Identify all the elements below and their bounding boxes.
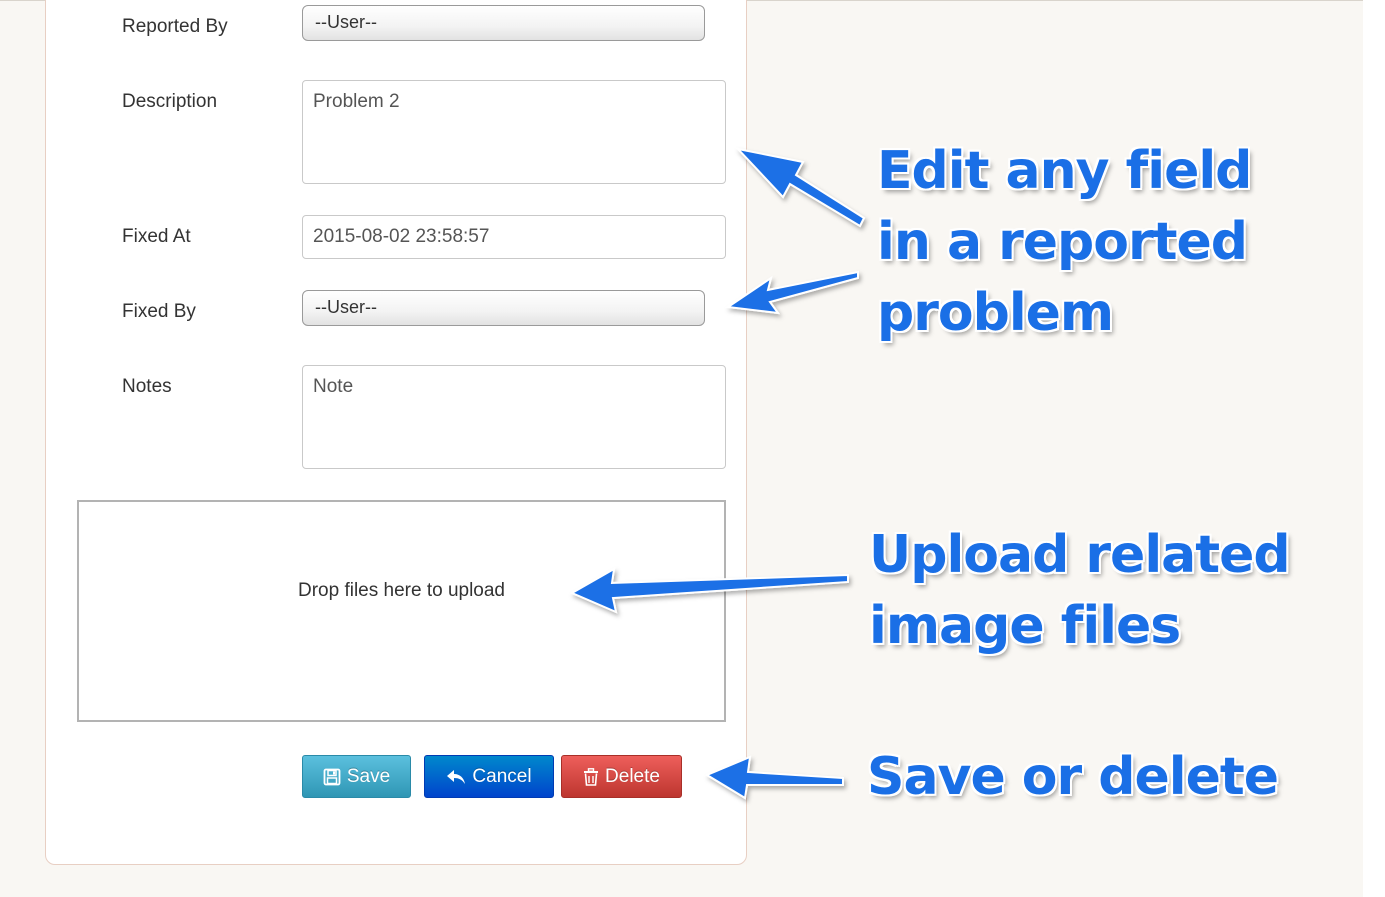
dropzone-text: Drop files here to upload <box>297 580 505 601</box>
delete-button[interactable]: Delete <box>561 755 682 798</box>
callout-edit-line-2: in a reported <box>877 212 1248 272</box>
arrow-to-description <box>735 147 866 228</box>
callout-save-line-1: Save or delete <box>867 747 1279 807</box>
notes-textarea[interactable]: Note <box>302 365 726 469</box>
callout-upload-files: Upload related image files <box>869 520 1291 662</box>
callout-upload-line-1: Upload related <box>869 525 1291 585</box>
callout-save-delete: Save or delete <box>867 742 1279 813</box>
trash-icon <box>583 767 599 786</box>
callout-edit-line-3: problem <box>877 283 1114 343</box>
delete-button-label: Delete <box>605 765 660 787</box>
reported-by-select[interactable]: --User-- <box>302 5 705 41</box>
cancel-button[interactable]: Cancel <box>424 755 554 798</box>
callout-upload-line-2: image files <box>869 596 1181 656</box>
fixed-by-value: --User-- <box>315 297 377 317</box>
arrow-to-fixed-by <box>725 270 859 315</box>
cancel-button-label: Cancel <box>472 765 532 787</box>
reported-by-label: Reported By <box>122 16 228 37</box>
notes-label: Notes <box>122 376 172 397</box>
description-textarea[interactable]: Problem 2 <box>302 80 726 184</box>
fixed-at-label: Fixed At <box>122 226 191 247</box>
save-button[interactable]: Save <box>302 755 411 798</box>
reported-by-value: --User-- <box>315 12 377 32</box>
callout-edit-line-1: Edit any field <box>877 141 1252 201</box>
floppy-disk-icon <box>323 768 341 786</box>
description-label: Description <box>122 91 218 112</box>
fixed-by-label: Fixed By <box>122 301 196 322</box>
fixed-by-select[interactable]: --User-- <box>302 290 705 326</box>
save-button-label: Save <box>346 765 391 787</box>
callout-edit-fields: Edit any field in a reported problem <box>877 136 1252 349</box>
fixed-at-input[interactable]: 2015-08-02 23:58:57 <box>302 215 726 259</box>
page-edge <box>1363 0 1385 897</box>
file-dropzone[interactable]: Drop files here to upload <box>77 500 726 722</box>
reply-arrow-icon <box>446 768 466 786</box>
